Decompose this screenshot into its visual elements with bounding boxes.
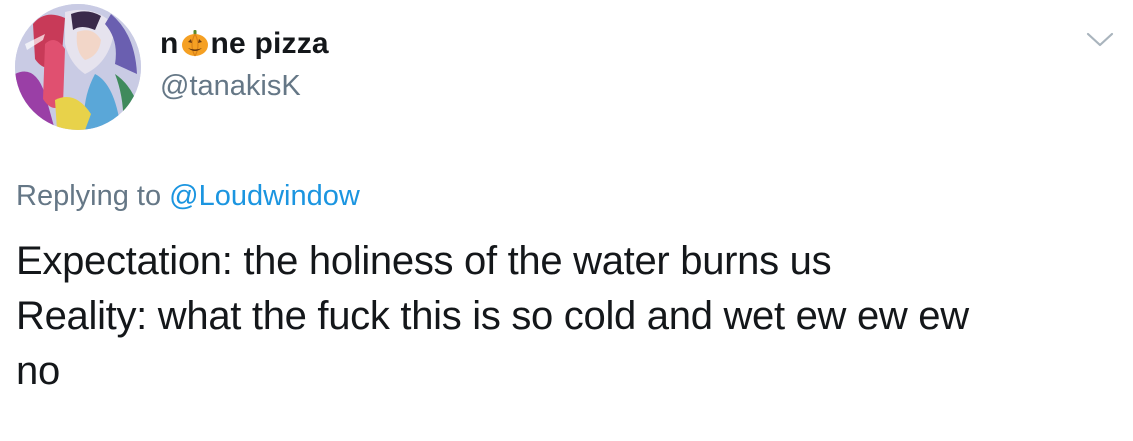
- author-name-row[interactable]: n ne pizza: [160, 26, 329, 62]
- chevron-down-icon[interactable]: [1086, 31, 1114, 49]
- author-handle[interactable]: @tanakisK: [160, 68, 301, 104]
- pumpkin-emoji: [181, 30, 208, 57]
- tweet-text-line: Expectation: the holiness of the water b…: [16, 239, 832, 283]
- avatar-artwork: [15, 4, 141, 130]
- tweet-text-line: no: [16, 349, 60, 393]
- replying-to-line: Replying to @Loudwindow: [16, 178, 360, 214]
- tweet-text: Expectation: the holiness of the water b…: [16, 234, 1121, 399]
- replying-to-label: Replying to: [16, 180, 162, 212]
- display-name-prefix: n: [160, 27, 179, 60]
- tweet-card: n ne pizza @tanakisK Replying to @Loudwi…: [0, 0, 1133, 441]
- reply-mention-link[interactable]: @Loudwindow: [169, 180, 360, 212]
- display-name[interactable]: n ne pizza: [160, 26, 329, 62]
- tweet-text-line: Reality: what the fuck this is so cold a…: [16, 294, 969, 338]
- display-name-suffix: ne pizza: [210, 27, 329, 60]
- avatar[interactable]: [15, 4, 141, 130]
